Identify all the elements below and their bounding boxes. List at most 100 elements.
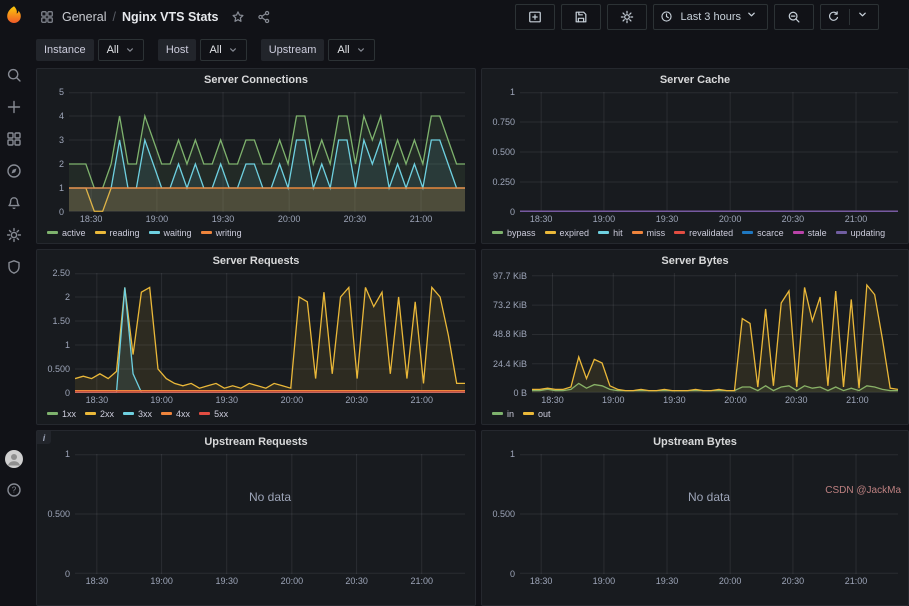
plot-area[interactable] [520,92,898,212]
y-tick-label: 0 [65,569,70,579]
legend-item-active[interactable]: active [47,228,86,238]
y-axis: 00.50011.5022.50 [41,273,75,393]
legend-item-2xx[interactable]: 2xx [85,409,114,419]
chevron-down-icon [126,46,135,55]
chart-canvas [520,454,898,574]
configuration-gear-icon[interactable] [6,227,22,243]
legend-swatch [201,231,212,234]
panel-title[interactable]: Upstream Bytes [482,431,908,450]
panel-info-icon[interactable]: i [37,431,51,444]
create-plus-icon[interactable] [6,99,22,115]
legend-item-bypass[interactable]: bypass [492,228,536,238]
legend-label: in [507,409,514,419]
save-dashboard-button[interactable] [561,4,601,30]
legend-label: bypass [507,228,536,238]
legend-item-hit[interactable]: hit [598,228,623,238]
legend-item-scarce[interactable]: scarce [742,228,784,238]
refresh-button[interactable] [820,4,879,30]
time-range-picker[interactable]: Last 3 hours [653,4,768,30]
filter-upstream-select[interactable]: All [328,39,374,61]
legend-item-expired[interactable]: expired [545,228,590,238]
legend-item-revalidated[interactable]: revalidated [674,228,733,238]
help-icon[interactable]: ? [6,482,22,498]
alerting-bell-icon[interactable] [6,195,22,211]
legend-item-in[interactable]: in [492,409,514,419]
plot-area[interactable]: No data [520,454,898,574]
chart-canvas [75,454,465,574]
x-tick-label: 20:00 [281,576,304,586]
legend-item-3xx[interactable]: 3xx [123,409,152,419]
legend-item-4xx[interactable]: 4xx [161,409,190,419]
y-tick-label: 0.500 [492,509,515,519]
y-tick-label: 0.500 [47,509,70,519]
x-tick-label: 18:30 [541,395,564,405]
grafana-logo[interactable] [4,5,24,25]
dashboards-icon[interactable] [6,131,22,147]
y-tick-label: 1 [65,340,70,350]
legend-item-stale[interactable]: stale [793,228,827,238]
no-data-label: No data [75,490,465,504]
y-tick-label: 0 [65,388,70,398]
y-tick-label: 4 [59,111,64,121]
chart-canvas [520,92,898,212]
zoom-out-button[interactable] [774,4,814,30]
filter-host-value: All [209,44,221,56]
add-panel-button[interactable] [515,4,555,30]
x-tick-label: 20:30 [345,395,368,405]
filter-instance-select[interactable]: All [98,39,144,61]
x-tick-label: 18:30 [530,214,553,224]
legend-item-reading[interactable]: reading [95,228,140,238]
panel-title[interactable]: Server Cache [482,69,908,88]
panel-title[interactable]: Server Connections [37,69,475,88]
legend-label: revalidated [689,228,733,238]
explore-compass-icon[interactable] [6,163,22,179]
y-tick-label: 0.500 [47,364,70,374]
chart-canvas [532,273,898,393]
share-icon[interactable] [257,10,271,24]
star-icon[interactable] [231,10,245,24]
panel-title[interactable]: Server Requests [37,250,475,269]
filter-instance-value: All [107,44,119,56]
legend-item-updating[interactable]: updating [836,228,886,238]
y-tick-label: 24.4 KiB [493,359,527,369]
page-title[interactable]: Nginx VTS Stats [122,10,219,24]
legend-label: waiting [164,228,192,238]
search-icon[interactable] [6,67,22,83]
legend-swatch [523,412,534,415]
legend-swatch [199,412,210,415]
no-data-label: No data [520,490,898,504]
panel-title[interactable]: Server Bytes [482,250,908,269]
refresh-interval-chevron-icon[interactable] [858,10,872,24]
legend-swatch [836,231,847,234]
server-admin-shield-icon[interactable] [6,259,22,275]
sidebar: ? [0,0,28,500]
x-tick-label: 19:00 [146,214,169,224]
x-tick-label: 19:00 [593,214,616,224]
filter-host-select[interactable]: All [200,39,246,61]
legend-item-writing[interactable]: writing [201,228,242,238]
plot-area[interactable]: No data [75,454,465,574]
y-tick-label: 2 [65,292,70,302]
legend-item-1xx[interactable]: 1xx [47,409,76,419]
legend-item-out[interactable]: out [523,409,551,419]
legend-item-miss[interactable]: miss [632,228,666,238]
user-avatar[interactable] [5,450,23,468]
panel-title[interactable]: Upstream Requests [37,431,475,450]
legend-label: 2xx [100,409,114,419]
legend-item-waiting[interactable]: waiting [149,228,192,238]
y-tick-label: 0 B [513,388,527,398]
x-tick-label: 19:00 [150,395,173,405]
x-tick-label: 20:00 [278,214,301,224]
breadcrumb-folder[interactable]: General [62,10,106,24]
dashboard-settings-button[interactable] [607,4,647,30]
plot-area[interactable] [532,273,898,393]
x-tick-label: 18:30 [86,576,109,586]
panel-server-connections: Server Connections 012345 18:3019:0019:3… [36,68,476,244]
legend-label: miss [647,228,666,238]
x-tick-label: 20:30 [782,576,805,586]
plot-area[interactable] [69,92,465,212]
legend-label: hit [613,228,623,238]
y-axis: 00.5001 [41,454,75,574]
legend-item-5xx[interactable]: 5xx [199,409,228,419]
plot-area[interactable] [75,273,465,393]
